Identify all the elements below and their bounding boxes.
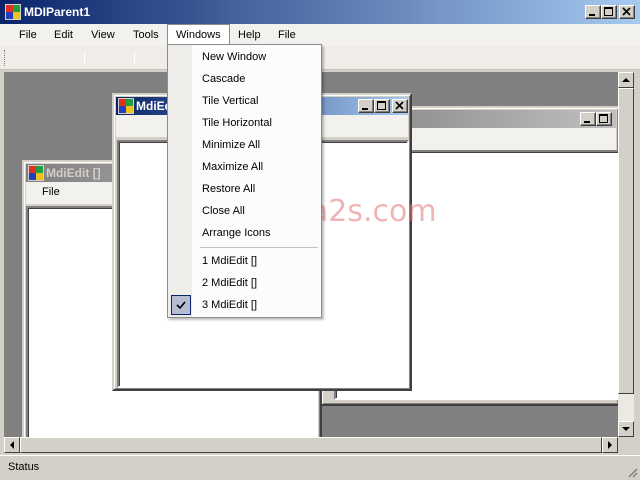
menu-separator: [200, 247, 318, 248]
close-icon: [622, 7, 631, 16]
windows-dropdown-menu: New Window Cascade Tile Vertical Tile Ho…: [167, 44, 322, 318]
menu-file[interactable]: File: [19, 24, 37, 46]
menu-item-minimize-all[interactable]: Minimize All: [168, 134, 321, 156]
status-text: Status: [8, 461, 40, 473]
menu-file-merged[interactable]: File: [278, 24, 296, 46]
menu-item-arrange-icons[interactable]: Arrange Icons: [168, 222, 321, 244]
title-bar: MDIParent1: [0, 0, 640, 24]
vertical-scroll-thumb[interactable]: [618, 88, 634, 394]
close-button[interactable]: [619, 5, 635, 19]
status-bar: Status: [0, 455, 640, 480]
menu-item-window-2[interactable]: 2 MdiEdit []: [168, 272, 321, 294]
toolstrip-separator: [84, 51, 85, 65]
child-maximize-button[interactable]: [596, 112, 612, 126]
menu-item-new-window[interactable]: New Window: [168, 46, 321, 68]
arrow-down-icon: [622, 427, 630, 431]
app-icon[interactable]: [5, 4, 21, 20]
menu-windows[interactable]: Windows: [167, 24, 230, 46]
restore-button[interactable]: [601, 5, 617, 19]
child-minimize-button[interactable]: [580, 112, 596, 126]
child-close-button[interactable]: [392, 99, 408, 113]
minimize-button[interactable]: [585, 5, 601, 19]
toolstrip-grip[interactable]: [4, 50, 7, 66]
child-app-icon: [28, 165, 44, 181]
window-title: MDIParent1: [24, 5, 91, 19]
arrow-up-icon: [622, 78, 630, 82]
horizontal-scroll-thumb[interactable]: [20, 437, 602, 453]
menu-item-maximize-all[interactable]: Maximize All: [168, 156, 321, 178]
menu-item-window-1[interactable]: 1 MdiEdit []: [168, 250, 321, 272]
menu-item-tile-vertical[interactable]: Tile Vertical: [168, 90, 321, 112]
scroll-right-button[interactable]: [602, 437, 618, 453]
menu-item-restore-all[interactable]: Restore All: [168, 178, 321, 200]
scrollbar-corner: [618, 437, 634, 453]
scroll-left-button[interactable]: [4, 437, 20, 453]
arrow-left-icon: [10, 441, 14, 449]
menu-view[interactable]: View: [91, 24, 115, 46]
arrow-right-icon: [608, 441, 612, 449]
menu-item-close-all[interactable]: Close All: [168, 200, 321, 222]
menu-item-window-3[interactable]: 3 MdiEdit []: [168, 294, 321, 316]
menu-edit[interactable]: Edit: [54, 24, 73, 46]
minimize-icon: [362, 108, 368, 110]
menu-help[interactable]: Help: [238, 24, 261, 46]
maximize-icon: [599, 114, 608, 123]
close-icon: [395, 101, 404, 110]
minimize-icon: [589, 14, 595, 16]
child-minimize-button[interactable]: [358, 99, 374, 113]
restore-icon: [604, 7, 613, 16]
scroll-up-button[interactable]: [618, 72, 634, 88]
maximize-icon: [377, 101, 386, 110]
menu-bar: File Edit View Tools Windows Help File: [0, 24, 640, 46]
menu-item-cascade[interactable]: Cascade: [168, 68, 321, 90]
toolstrip-separator: [134, 51, 135, 65]
minimize-icon: [584, 121, 590, 123]
child-maximize-button[interactable]: [374, 99, 390, 113]
child-menu-file[interactable]: File: [42, 186, 60, 198]
menu-tools[interactable]: Tools: [133, 24, 159, 46]
size-grip-icon[interactable]: [626, 466, 638, 478]
scroll-down-button[interactable]: [618, 421, 634, 437]
mdi-child-left-title: MdiEdit []: [46, 166, 101, 180]
child-app-icon: [118, 98, 134, 114]
checkmark-icon: [171, 295, 191, 315]
menu-item-tile-horizontal[interactable]: Tile Horizontal: [168, 112, 321, 134]
